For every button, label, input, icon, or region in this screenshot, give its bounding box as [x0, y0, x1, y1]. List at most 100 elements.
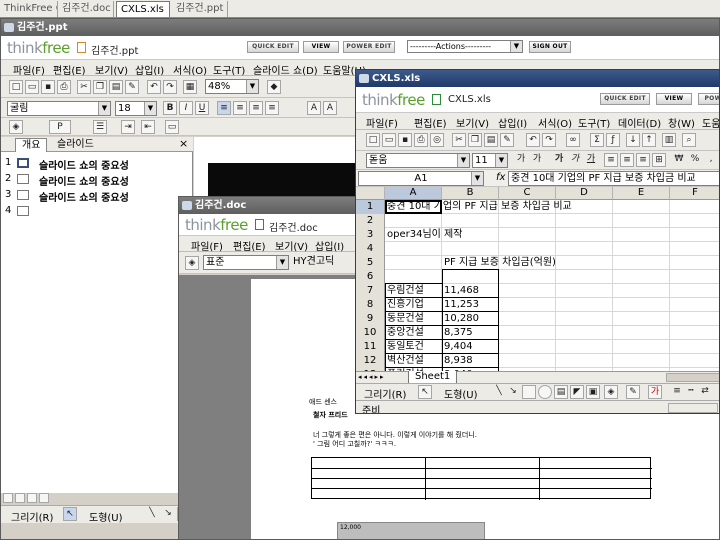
sort-desc-icon[interactable]: ↑: [642, 133, 656, 147]
column-header[interactable]: A: [385, 187, 442, 200]
line-style-icon[interactable]: ≡: [670, 385, 684, 399]
function-icon[interactable]: fx: [496, 172, 505, 183]
font-select[interactable]: HY견고딕: [291, 255, 361, 270]
cell-a3[interactable]: oper34님이 제작: [387, 228, 462, 242]
paste-icon[interactable]: ▤: [484, 133, 498, 147]
menu-format[interactable]: 서식(O): [173, 62, 207, 77]
new-icon[interactable]: □: [366, 133, 380, 147]
line-color-icon[interactable]: ✎: [626, 385, 640, 399]
doc-table[interactable]: [311, 457, 652, 500]
redo-icon[interactable]: ↷: [163, 80, 177, 94]
menu-tools[interactable]: 도구(T): [213, 62, 245, 77]
ppt-title-bar[interactable]: 김주건.ppt: [1, 19, 719, 36]
menu-file[interactable]: 파일(F): [191, 238, 223, 253]
shrink-font-icon[interactable]: A: [323, 101, 337, 115]
preview-icon[interactable]: ◎: [430, 133, 444, 147]
function-icon[interactable]: ƒ: [606, 133, 620, 147]
align-left-icon[interactable]: ≡: [217, 101, 231, 115]
tab-xls[interactable]: CXLS.xls: [116, 1, 170, 17]
row-header[interactable]: 5: [356, 256, 385, 270]
menu-file[interactable]: 파일(F): [366, 115, 398, 130]
menu-view[interactable]: 보기(V): [275, 238, 308, 253]
grow-font-icon[interactable]: A: [307, 101, 321, 115]
wordart-icon[interactable]: ◤: [570, 385, 584, 399]
sort-asc-icon[interactable]: ↓: [626, 133, 640, 147]
redo-icon[interactable]: ↷: [542, 133, 556, 147]
embedded-chart[interactable]: 12,000: [337, 522, 485, 539]
sign-out-button[interactable]: SIGN OUT: [529, 41, 571, 53]
grow-font-icon[interactable]: 가: [514, 153, 528, 167]
comma-icon[interactable]: ,: [704, 153, 718, 167]
cut-icon[interactable]: ✂: [452, 133, 466, 147]
style-select[interactable]: 표준 ▼: [203, 255, 289, 270]
open-icon[interactable]: ▭: [25, 80, 39, 94]
currency-icon[interactable]: ₩: [672, 153, 686, 167]
align-right-icon[interactable]: ≡: [636, 153, 650, 167]
xls-title-bar[interactable]: CXLS.xls: [356, 70, 719, 87]
merge-center-icon[interactable]: ⊞: [652, 153, 666, 167]
indent-icon[interactable]: ⇥: [121, 120, 135, 134]
bullets-icon[interactable]: ☰: [93, 120, 107, 134]
actions-select[interactable]: ---------Actions--------- ▼: [407, 40, 523, 53]
bold-icon[interactable]: 가: [552, 153, 566, 167]
row-header[interactable]: 9: [356, 312, 385, 326]
name-box[interactable]: A1 ▼: [358, 171, 484, 186]
menu-insert[interactable]: 삽입(I): [135, 62, 164, 77]
sheet-nav-arrows[interactable]: ◂◂◂▸▸: [358, 373, 386, 381]
fill-color-icon[interactable]: ◈: [604, 385, 618, 399]
copy-icon[interactable]: ❐: [468, 133, 482, 147]
view-button[interactable]: VIEW: [303, 41, 339, 53]
tab-thinkfree-online[interactable]: ThinkFree Or: [0, 1, 58, 17]
select-arrow-icon[interactable]: ↖: [63, 507, 77, 521]
close-icon[interactable]: ×: [179, 137, 188, 150]
font-color-icon[interactable]: P: [49, 120, 71, 134]
menu-window[interactable]: 창(W): [668, 115, 695, 130]
zoom-select[interactable]: 48% ▼: [205, 79, 259, 94]
font-size-select[interactable]: 18 ▼: [115, 101, 157, 116]
line-icon[interactable]: ╲: [492, 385, 506, 399]
view-button[interactable]: VIEW: [656, 93, 692, 105]
normal-view-icon[interactable]: [3, 493, 13, 503]
align-center-icon[interactable]: ≡: [620, 153, 634, 167]
power-edit-button[interactable]: POWER EDIT: [343, 41, 395, 53]
style-icon[interactable]: ◈: [185, 256, 199, 270]
arrow-style-icon[interactable]: ⇄: [698, 385, 712, 399]
menu-view[interactable]: 보기(V): [95, 62, 128, 77]
shapes-menu[interactable]: 도형(U): [89, 509, 123, 524]
outline-view-icon[interactable]: [15, 493, 25, 503]
row-header[interactable]: 4: [356, 242, 385, 256]
undo-icon[interactable]: ↶: [526, 133, 540, 147]
horizontal-scrollbar[interactable]: [666, 373, 719, 382]
drawing-menu[interactable]: 그리기(R): [364, 386, 406, 401]
outdent-icon[interactable]: ⇤: [141, 120, 155, 134]
column-header[interactable]: D: [556, 187, 613, 200]
select-all-corner[interactable]: [356, 187, 385, 200]
drawing-menu[interactable]: 그리기(R): [11, 509, 53, 524]
textbox-icon[interactable]: ▤: [554, 385, 568, 399]
sorter-view-icon[interactable]: [27, 493, 37, 503]
underline-icon[interactable]: 가: [584, 153, 598, 167]
dash-style-icon[interactable]: ┅: [684, 385, 698, 399]
shrink-font-icon[interactable]: 가: [530, 153, 544, 167]
tab-outline[interactable]: 개요: [15, 138, 48, 152]
menu-edit[interactable]: 편집(E): [53, 62, 86, 77]
row-header[interactable]: 11: [356, 340, 385, 354]
column-header[interactable]: B: [442, 187, 499, 200]
slideshow-view-icon[interactable]: [39, 493, 49, 503]
new-icon[interactable]: □: [9, 80, 23, 94]
print-icon[interactable]: ⎙: [57, 80, 71, 94]
font-color-icon[interactable]: 가: [648, 385, 662, 399]
menu-insert[interactable]: 삽입(I): [498, 115, 527, 130]
shapes-menu[interactable]: 도형(U): [444, 386, 478, 401]
tab-doc[interactable]: 김주건.doc: [58, 1, 114, 17]
align-center-icon[interactable]: ≡: [233, 101, 247, 115]
row-header[interactable]: 8: [356, 298, 385, 312]
quick-edit-button[interactable]: QUICK EDIT: [600, 93, 650, 105]
menu-tools[interactable]: 도구(T): [578, 115, 610, 130]
quick-edit-button[interactable]: QUICK EDIT: [247, 41, 299, 53]
menu-insert[interactable]: 삽입(I): [315, 238, 344, 253]
sheet-grid[interactable]: A B C D E F 1234567891011121314 중견 10대 기…: [356, 187, 719, 396]
menu-slideshow[interactable]: 슬라이드 쇼(D): [253, 62, 318, 77]
fill-color-icon[interactable]: ◈: [9, 120, 23, 134]
font-name-select[interactable]: 굴림 ▼: [7, 101, 111, 116]
